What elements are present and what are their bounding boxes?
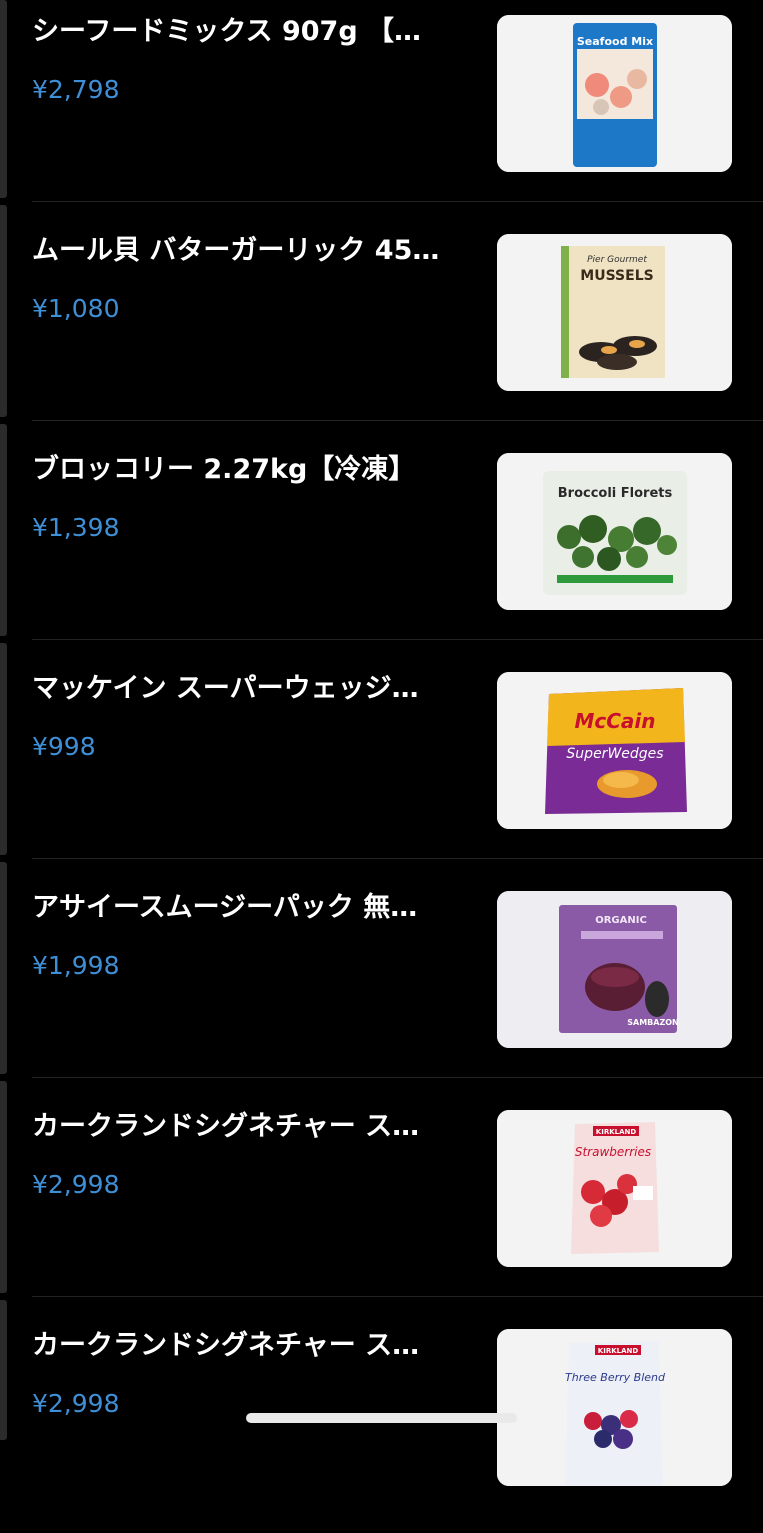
package-brand: SAMBAZON <box>627 1018 679 1027</box>
product-name: カークランドシグネチャー ス… <box>32 1330 420 1361</box>
list-divider <box>32 1296 763 1297</box>
product-name: マッケイン スーパーウェッジ… <box>32 673 419 704</box>
package-brand: KIRKLAND <box>596 1128 637 1136</box>
package-label: SuperWedges <box>566 746 663 762</box>
package-brand: McCain <box>574 709 655 733</box>
package-label: MUSSELS <box>580 268 653 284</box>
product-name: ムール貝 バターガーリック 45… <box>32 235 440 266</box>
product-thumbnail[interactable]: McCain SuperWedges <box>497 672 732 829</box>
mussels-package-icon: Pier Gourmet MUSSELS <box>497 234 732 391</box>
product-price: ¥2,798 <box>32 75 120 104</box>
home-indicator[interactable] <box>246 1413 517 1423</box>
package-label: Three Berry Blend <box>565 1371 666 1384</box>
kirkland-strawberries-bag-icon: KIRKLAND Strawberries <box>497 1110 732 1267</box>
package-label: Seafood Mix <box>577 35 653 48</box>
seafood-mix-package-icon: Seafood Mix <box>497 15 732 172</box>
product-item-mccain-wedges[interactable]: マッケイン スーパーウェッジ… ¥998 McCain SuperWedges <box>0 657 763 876</box>
package-label: ORGANIC <box>595 915 647 926</box>
package-brand: Pier Gourmet <box>587 255 647 265</box>
product-name: カークランドシグネチャー ス… <box>32 1111 420 1142</box>
list-divider <box>32 201 763 202</box>
product-thumbnail[interactable]: Seafood Mix <box>497 15 732 172</box>
product-price: ¥2,998 <box>32 1170 120 1199</box>
product-price: ¥998 <box>32 732 96 761</box>
product-price: ¥1,998 <box>32 951 120 980</box>
list-divider <box>32 420 763 421</box>
product-item-acai-smoothie[interactable]: アサイースムージーパック 無… ¥1,998 ORGANIC SAMBAZON <box>0 876 763 1095</box>
product-list: シーフードミックス 907g 【… ¥2,798 Seafood Mix ムール… <box>0 0 763 1486</box>
product-price: ¥1,398 <box>32 513 120 542</box>
product-item-seafood-mix[interactable]: シーフードミックス 907g 【… ¥2,798 Seafood Mix <box>0 0 763 219</box>
product-item-kirkland-strawberries[interactable]: カークランドシグネチャー ス… ¥2,998 KIRKLAND Strawber… <box>0 1095 763 1314</box>
broccoli-florets-bag-icon: Broccoli Florets <box>497 453 732 610</box>
product-name: ブロッコリー 2.27kg【冷凍】 <box>32 454 416 485</box>
product-item-kirkland-berry-blend[interactable]: カークランドシグネチャー ス… ¥2,998 KIRKLAND Three Be… <box>0 1314 763 1533</box>
product-price: ¥1,080 <box>32 294 120 323</box>
product-item-mussels[interactable]: ムール貝 バターガーリック 45… ¥1,080 Pier Gourmet MU… <box>0 219 763 438</box>
package-label: Broccoli Florets <box>558 486 673 501</box>
package-brand: KIRKLAND <box>598 1347 639 1355</box>
product-thumbnail[interactable]: KIRKLAND Strawberries <box>497 1110 732 1267</box>
product-thumbnail[interactable]: Pier Gourmet MUSSELS <box>497 234 732 391</box>
acai-smoothie-pack-icon: ORGANIC SAMBAZON <box>497 891 732 1048</box>
product-name: アサイースムージーパック 無… <box>32 892 418 923</box>
product-item-broccoli[interactable]: ブロッコリー 2.27kg【冷凍】 ¥1,398 Broccoli Floret… <box>0 438 763 657</box>
product-price: ¥2,998 <box>32 1389 120 1418</box>
mccain-super-wedges-bag-icon: McCain SuperWedges <box>497 672 732 829</box>
product-thumbnail[interactable]: ORGANIC SAMBAZON <box>497 891 732 1048</box>
product-thumbnail[interactable]: KIRKLAND Three Berry Blend <box>497 1329 732 1486</box>
list-divider <box>32 639 763 640</box>
product-thumbnail[interactable]: Broccoli Florets <box>497 453 732 610</box>
product-name: シーフードミックス 907g 【… <box>32 16 422 47</box>
list-divider <box>32 1077 763 1078</box>
package-label: Strawberries <box>575 1145 651 1159</box>
list-divider <box>32 858 763 859</box>
kirkland-three-berry-blend-bag-icon: KIRKLAND Three Berry Blend <box>497 1329 732 1486</box>
